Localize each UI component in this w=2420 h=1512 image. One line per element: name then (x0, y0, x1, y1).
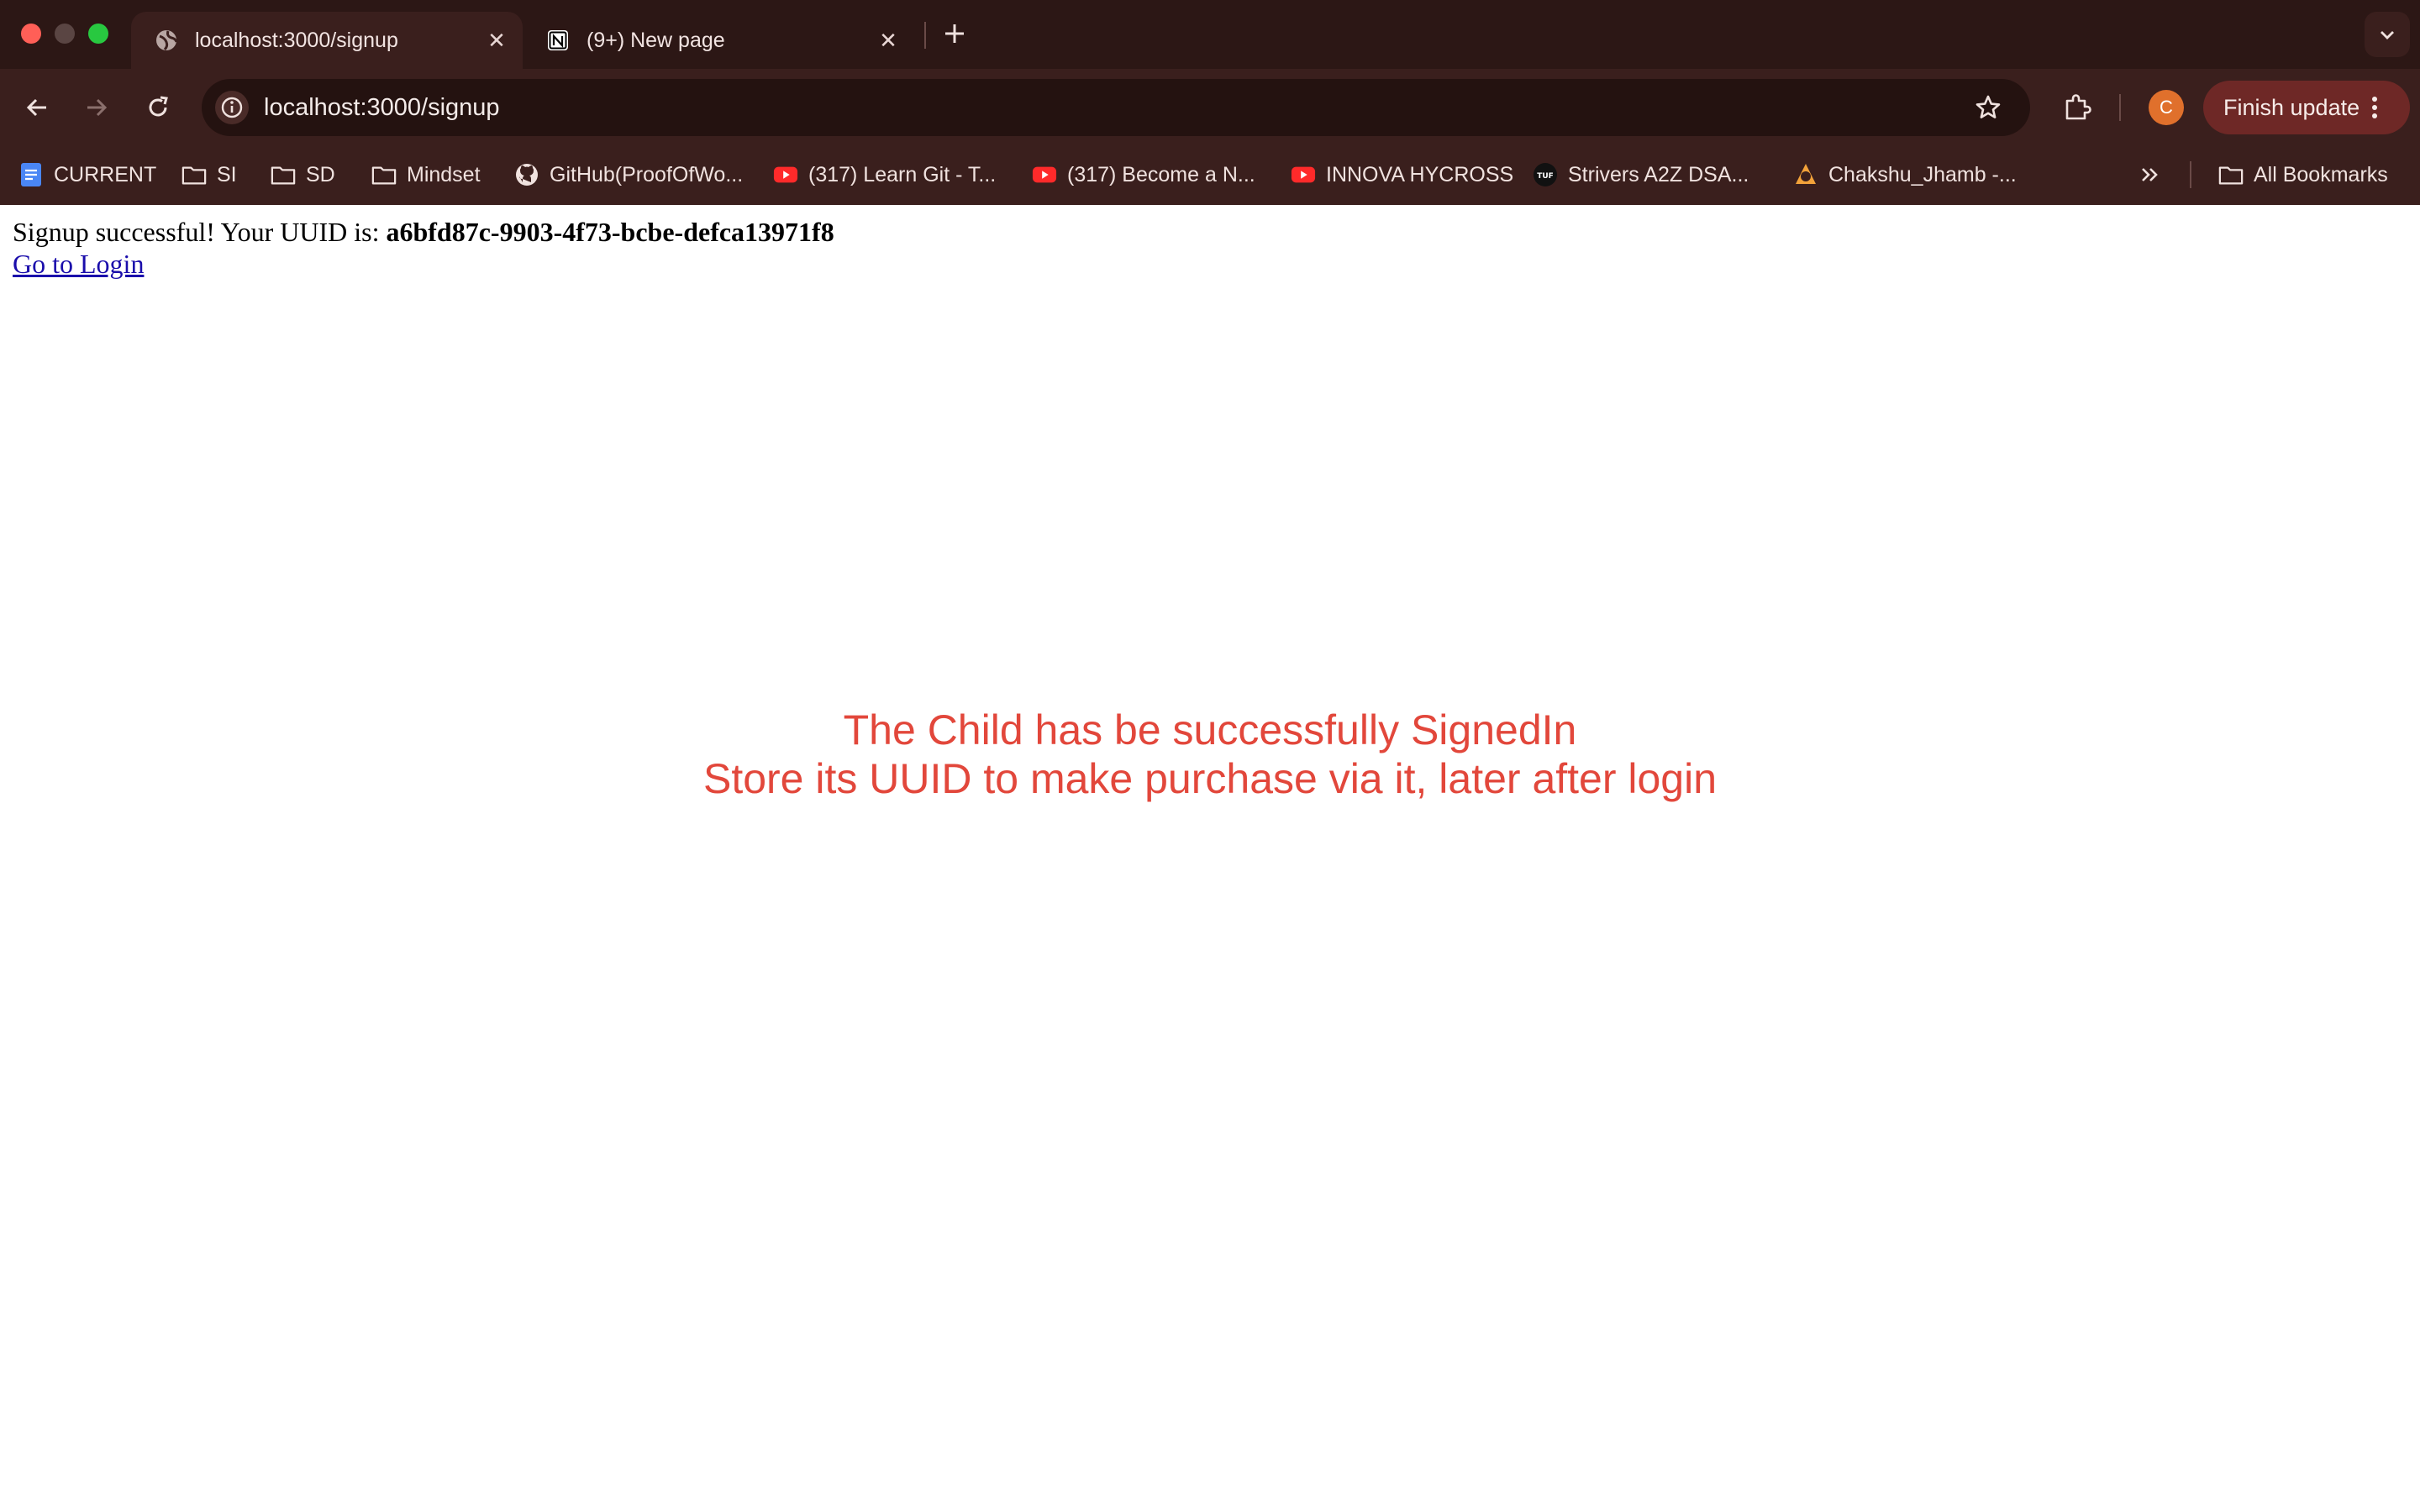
bookmark-label: (317) Become a N... (1067, 162, 1255, 186)
close-tab-icon[interactable]: ✕ (874, 26, 902, 55)
reload-button[interactable] (138, 87, 178, 128)
globe-icon (155, 29, 178, 52)
tab-signup[interactable]: localhost:3000/signup ✕ (131, 12, 523, 69)
svg-text:TUF: TUF (1537, 172, 1554, 181)
bookmark-current[interactable]: CURRENT (18, 156, 156, 193)
tab-title: (9+) New page (587, 28, 725, 52)
go-to-login-link[interactable]: Go to Login (13, 249, 144, 280)
profile-avatar[interactable]: C (2149, 90, 2184, 125)
close-window-button[interactable] (21, 24, 41, 44)
plus-icon (945, 24, 964, 43)
page-content: Signup successful! Your UUID is: a6bfd87… (0, 205, 2420, 1512)
bookmark-folder-mindset[interactable]: Mindset (371, 156, 481, 193)
bookmark-label: CURRENT (54, 162, 157, 186)
bookmark-label: Strivers A2Z DSA... (1568, 162, 1749, 186)
bookmark-chakshu[interactable]: Chakshu_Jhamb -... (1793, 156, 2017, 193)
double-chevron-right-icon (2142, 168, 2158, 181)
bookmark-label: SD (306, 162, 335, 186)
bookmark-star-button[interactable] (1971, 91, 2005, 124)
chevron-down-icon (2381, 31, 2394, 39)
finish-update-button[interactable]: Finish update (2203, 81, 2410, 134)
bookmark-youtube-innova[interactable]: INNOVA HYCROSS (1291, 156, 1513, 193)
notion-icon (546, 29, 570, 52)
reload-icon (149, 96, 168, 117)
extensions-button[interactable] (2057, 87, 2097, 128)
folder-icon (271, 162, 296, 187)
github-icon (514, 162, 539, 187)
more-vertical-icon (2372, 97, 2378, 118)
profile-site-icon (1793, 162, 1818, 187)
forward-button[interactable] (76, 87, 117, 128)
maximize-window-button[interactable] (88, 24, 108, 44)
puzzle-piece-icon (2065, 94, 2091, 120)
signup-message-prefix: Signup successful! Your UUID is: (13, 217, 387, 247)
tab-strip: localhost:3000/signup ✕ (9+) New page ✕ (0, 0, 2420, 69)
bookmark-label: GitHub(ProofOfWo... (550, 162, 744, 186)
all-bookmarks-label: All Bookmarks (2254, 162, 2388, 186)
back-button[interactable] (17, 87, 57, 128)
youtube-icon (1032, 162, 1057, 187)
bookmarks-overflow-button[interactable] (2138, 156, 2161, 193)
folder-icon (2218, 162, 2244, 187)
browser-chrome: localhost:3000/signup ✕ (9+) New page ✕ … (0, 0, 2420, 205)
bookmark-strivers[interactable]: TUF Strivers A2Z DSA... (1533, 156, 1749, 193)
info-icon (221, 97, 243, 118)
all-bookmarks-button[interactable]: All Bookmarks (2218, 156, 2388, 193)
tab-search-button[interactable] (2365, 12, 2410, 57)
tuf-icon: TUF (1533, 162, 1558, 187)
bookmark-label: INNOVA HYCROSS (1326, 162, 1514, 186)
tab-divider (924, 22, 926, 49)
folder-icon (182, 162, 207, 187)
new-tab-button[interactable] (938, 17, 971, 50)
youtube-icon (773, 162, 798, 187)
bookmarks-bar: CURRENT SI SD Mindset GitHub(ProofOfWo..… (0, 156, 2420, 193)
signin-banner: The Child has be successfully SignedIn S… (0, 706, 2420, 803)
bookmark-label: (317) Learn Git - T... (808, 162, 997, 186)
tab-title: localhost:3000/signup (195, 28, 398, 52)
forward-arrow-icon (87, 98, 108, 117)
back-arrow-icon (26, 98, 46, 117)
bookmark-youtube-learn-git[interactable]: (317) Learn Git - T... (773, 156, 996, 193)
banner-line-2: Store its UUID to make purchase via it, … (702, 755, 1718, 802)
close-tab-icon[interactable]: ✕ (482, 26, 511, 55)
star-icon (1975, 95, 2001, 118)
bookmark-label: SI (217, 162, 237, 186)
folder-icon (371, 162, 397, 187)
url-text[interactable]: localhost:3000/signup (264, 79, 500, 136)
banner-line-1: The Child has be successfully SignedIn (843, 706, 1577, 753)
address-bar[interactable]: localhost:3000/signup (202, 79, 2030, 136)
toolbar-divider (2119, 94, 2121, 121)
uuid-value: a6bfd87c-9903-4f73-bcbe-defca13971f8 (386, 217, 834, 247)
bookmarks-divider (2190, 161, 2191, 188)
site-info-button[interactable] (215, 91, 249, 124)
signup-success-message: Signup successful! Your UUID is: a6bfd87… (13, 217, 834, 248)
bookmark-label: Chakshu_Jhamb -... (1828, 162, 2017, 186)
bookmark-folder-si[interactable]: SI (182, 156, 237, 193)
tab-new-page[interactable]: (9+) New page ✕ (523, 12, 914, 69)
bookmark-label: Mindset (407, 162, 481, 186)
bookmark-github[interactable]: GitHub(ProofOfWo... (514, 156, 743, 193)
bookmark-folder-sd[interactable]: SD (271, 156, 335, 193)
youtube-icon (1291, 162, 1316, 187)
minimize-window-button[interactable] (55, 24, 75, 44)
google-docs-icon (18, 162, 44, 187)
bookmark-youtube-become[interactable]: (317) Become a N... (1032, 156, 1255, 193)
avatar-initial: C (2160, 97, 2173, 118)
finish-update-label: Finish update (2223, 94, 2360, 120)
